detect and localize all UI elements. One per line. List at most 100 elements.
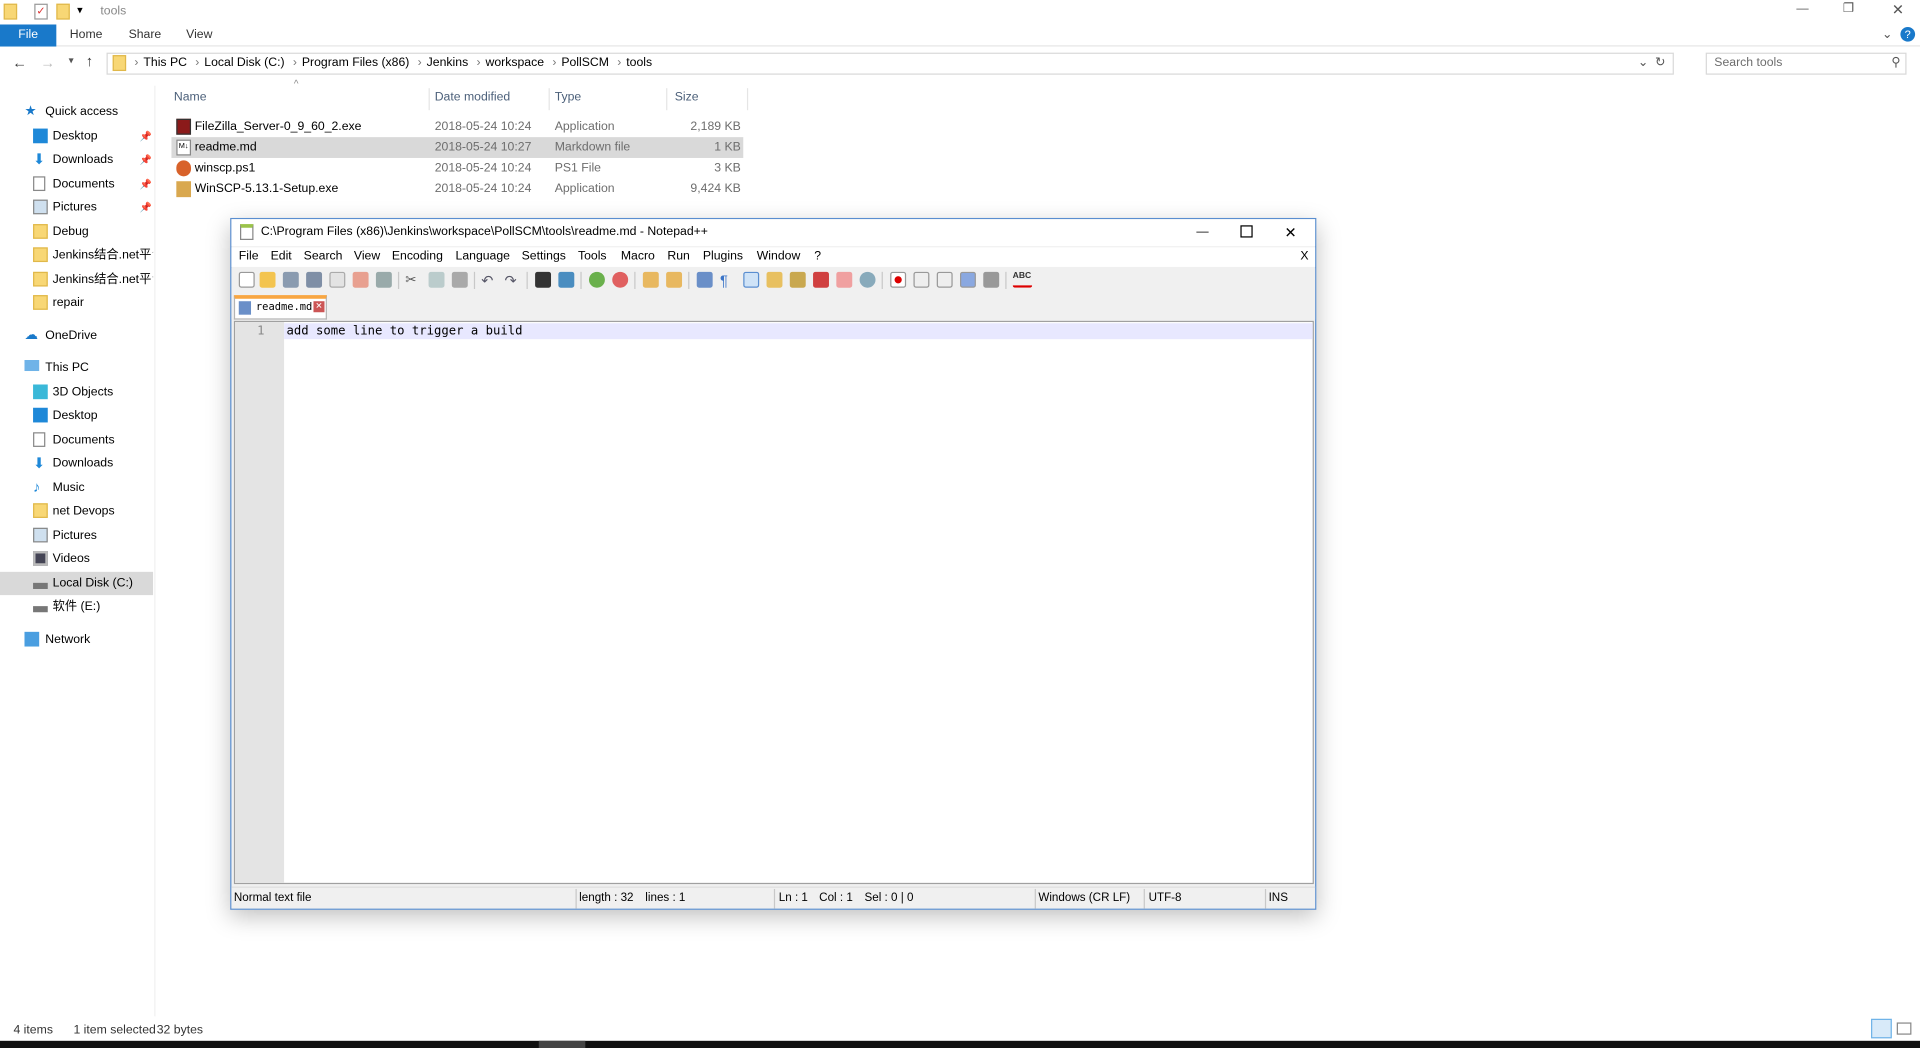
nav-pc-documents[interactable]: Documents [0,429,153,452]
new-folder-icon[interactable] [56,3,70,20]
minimize-button[interactable]: — [1796,2,1808,15]
column-date-modified[interactable]: Date modified [431,88,550,111]
refresh-icon[interactable]: ↻ [1655,54,1665,74]
print-icon[interactable] [375,271,392,288]
close-button[interactable]: ✕ [1284,219,1296,246]
menu-edit[interactable]: Edit [271,247,292,267]
breadcrumb-item[interactable]: This PC [143,56,187,69]
back-button[interactable]: ← [12,54,27,71]
menu-help[interactable]: ? [814,247,821,267]
minimize-button[interactable]: — [1196,219,1208,246]
sync-horizontal-icon[interactable] [666,271,683,288]
undo-icon[interactable]: ↶ [481,272,497,289]
nav-videos[interactable]: Videos [0,547,153,570]
run-macro-multiple-icon[interactable] [960,271,976,288]
close-file-icon[interactable] [329,271,346,288]
nav-pc-pictures[interactable]: Pictures [0,524,153,547]
tab-close-icon[interactable]: ✕ [313,301,325,313]
close-button[interactable]: ✕ [1892,1,1904,18]
menu-settings[interactable]: Settings [522,247,566,267]
nav-local-disk-c[interactable]: Local Disk (C:) [0,571,154,596]
open-file-icon[interactable] [259,271,276,288]
record-macro-icon[interactable] [890,271,907,288]
monitoring-icon[interactable] [859,271,876,288]
menu-plugins[interactable]: Plugins [703,247,743,267]
menu-tools[interactable]: Tools [578,247,607,267]
menu-window[interactable]: Window [757,247,801,267]
large-icons-view-button[interactable] [1896,1022,1912,1035]
breadcrumb-item[interactable]: workspace [485,56,544,69]
nav-3d-objects[interactable]: 3D Objects [0,381,153,404]
editor-line[interactable]: add some line to trigger a build [287,323,523,339]
details-view-button[interactable] [1871,1018,1892,1039]
cut-icon[interactable]: ✂ [405,272,421,288]
column-name[interactable]: Name [170,88,430,111]
nav-jenkins-1[interactable]: Jenkins结合.net平台 [0,244,153,267]
word-wrap-icon[interactable] [696,271,713,288]
folder-workspace-icon[interactable] [836,271,853,288]
zoom-in-icon[interactable] [588,271,605,288]
tab-share[interactable]: Share [116,24,173,46]
address-dropdown-icon[interactable]: ⌄ [1638,54,1648,74]
menu-run[interactable]: Run [667,247,689,267]
nav-pc-downloads[interactable]: ⬇ Downloads [0,452,153,475]
save-macro-icon[interactable] [983,271,1000,288]
new-file-icon[interactable] [238,271,255,288]
copy-icon[interactable] [428,271,445,288]
close-document-button[interactable]: X [1300,247,1308,267]
up-button[interactable]: ↑ [86,53,93,70]
playback-macro-icon[interactable] [936,271,953,288]
nav-debug[interactable]: Debug [0,220,153,243]
breadcrumb-item[interactable]: PollSCM [561,56,609,69]
nav-music[interactable]: ♪ Music [0,476,153,499]
nav-pictures[interactable]: Pictures 📌 [0,196,153,219]
recent-locations-button[interactable]: ▾ [69,55,74,66]
file-row[interactable]: WinSCP-5.13.1-Setup.exe 2018-05-24 10:24 A… [171,179,743,200]
stop-recording-icon[interactable] [913,271,930,288]
nav-net-devops[interactable]: net Devops [0,500,153,523]
maximize-button[interactable] [1240,225,1253,238]
tab-file[interactable]: File [0,24,57,47]
save-icon[interactable] [282,271,299,288]
taskbar-active-app[interactable] [538,1040,586,1048]
file-row-selected[interactable]: M↓ readme.md 2018-05-24 10:27 Markdown file… [171,137,744,158]
nav-pc-desktop[interactable]: Desktop [0,404,153,427]
menu-file[interactable]: File [239,247,259,267]
search-input[interactable]: Search tools ⚲ [1705,52,1907,75]
breadcrumb-item[interactable]: Program Files (x86) [302,56,410,69]
spell-check-icon[interactable]: ABC [1012,272,1033,288]
tab-readme-md[interactable]: readme.md ✕ [233,295,327,320]
file-row[interactable]: winscp.ps1 2018-05-24 10:24 PS1 File 3 KB [171,158,743,179]
nav-onedrive[interactable]: ☁ OneDrive [0,324,153,347]
breadcrumb-item[interactable]: Jenkins [427,56,469,69]
breadcrumb-item[interactable]: tools [626,56,652,69]
redo-icon[interactable]: ↷ [504,272,520,289]
sync-vertical-icon[interactable] [642,271,659,288]
nav-network[interactable]: Network [0,628,153,651]
zoom-out-icon[interactable] [612,271,629,288]
tab-view[interactable]: View [174,24,225,46]
nav-documents[interactable]: Documents 📌 [0,173,153,196]
file-row[interactable]: FileZilla_Server-0_9_60_2.exe 2018-05-24 … [171,116,743,137]
indent-guide-icon[interactable] [743,271,760,288]
tab-home[interactable]: Home [58,24,115,46]
nav-drive-e[interactable]: 软件 (E:) [0,595,153,618]
menu-language[interactable]: Language [456,247,510,267]
close-all-icon[interactable] [352,271,369,288]
forward-button[interactable]: → [40,54,55,71]
breadcrumb-item[interactable]: Local Disk (C:) [204,56,284,69]
help-icon[interactable]: ? [1900,26,1916,42]
nav-downloads[interactable]: ⬇ Downloads 📌 [0,148,153,171]
breadcrumb[interactable]: › This PC › Local Disk (C:) › Program Files… [106,52,1674,75]
menu-encoding[interactable]: Encoding [392,247,443,267]
nav-quick-access[interactable]: ★ Quick access [0,100,153,123]
save-all-icon[interactable] [306,271,323,288]
replace-icon[interactable] [558,271,575,288]
nav-this-pc[interactable]: This PC [0,356,153,379]
paste-icon[interactable] [451,271,468,288]
menu-macro[interactable]: Macro [621,247,655,267]
nav-repair[interactable]: repair [0,291,153,314]
editor[interactable]: 1 add some line to trigger a build [233,320,1314,885]
document-map-icon[interactable] [789,271,806,288]
show-all-characters-icon[interactable]: ¶ [720,272,736,289]
